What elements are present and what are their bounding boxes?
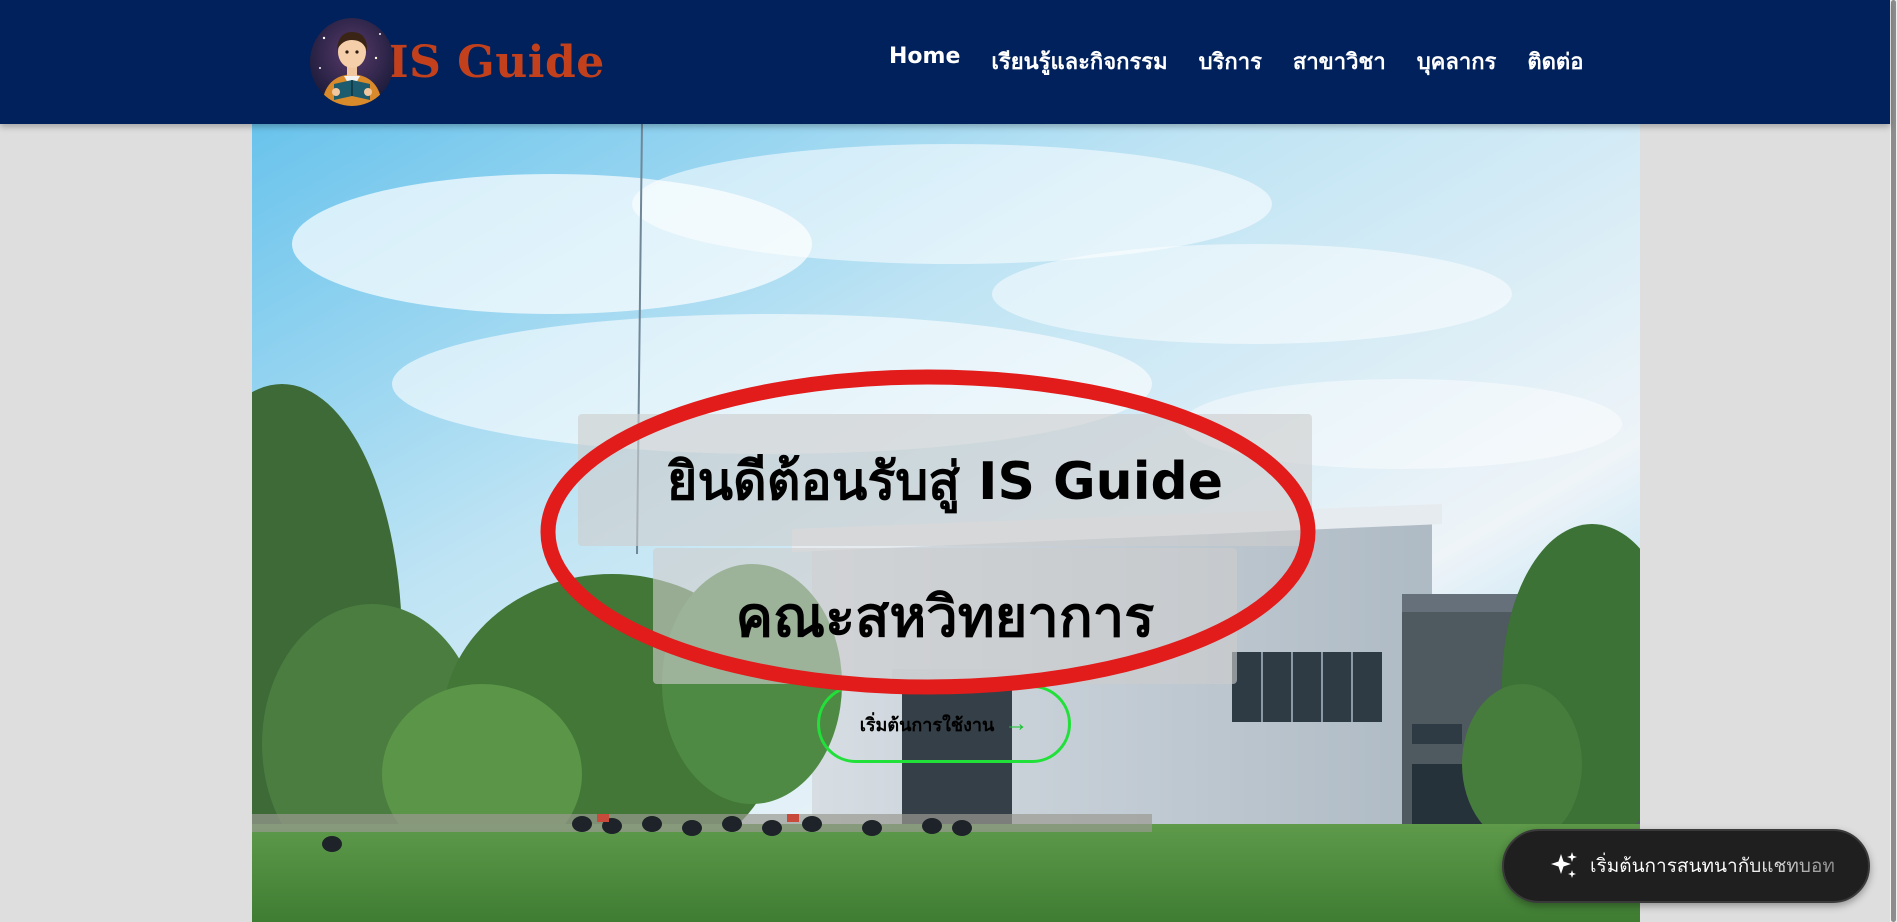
start-button[interactable]: เริ่มต้นการใช้งาน → <box>817 685 1071 763</box>
main-nav: Home เรียนรู้และกิจกรรม บริการ สาขาวิชา … <box>889 44 1583 79</box>
nav-item-departments[interactable]: สาขาวิชา <box>1293 44 1386 79</box>
faculty-banner: คณะสหวิทยาการ <box>653 548 1237 684</box>
nav-item-home[interactable]: Home <box>889 44 960 79</box>
welcome-title: ยินดีต้อนรับสู่ IS Guide <box>666 451 1224 512</box>
chatbot-button-label: เริ่มต้นการสนทนากับแชทบอท <box>1590 851 1835 881</box>
reading-student-avatar-icon <box>310 18 394 106</box>
nav-item-staff[interactable]: บุคลากร <box>1417 44 1497 79</box>
page-scrollbar[interactable] <box>1890 0 1897 922</box>
start-button-label: เริ่มต้นการใช้งาน <box>859 714 995 735</box>
arrow-right-icon: → <box>1004 710 1029 737</box>
brand-name: IS Guide <box>388 36 605 88</box>
nav-item-learning-activities[interactable]: เรียนรู้และกิจกรรม <box>991 44 1167 79</box>
scrollbar-thumb[interactable] <box>1891 0 1896 922</box>
sparkle-icon <box>1551 852 1577 878</box>
chatbot-start-button[interactable]: เริ่มต้นการสนทนากับแชทบอท <box>1502 829 1870 903</box>
nav-item-services[interactable]: บริการ <box>1199 44 1262 79</box>
brand-logo-link[interactable]: IS Guide <box>310 16 605 108</box>
welcome-banner: ยินดีต้อนรับสู่ IS Guide <box>578 414 1312 546</box>
faculty-title: คณะสหวิทยาการ <box>735 584 1155 650</box>
nav-item-contact[interactable]: ติดต่อ <box>1527 44 1583 79</box>
top-navbar: IS Guide Home เรียนรู้และกิจกรรม บริการ … <box>0 0 1890 124</box>
